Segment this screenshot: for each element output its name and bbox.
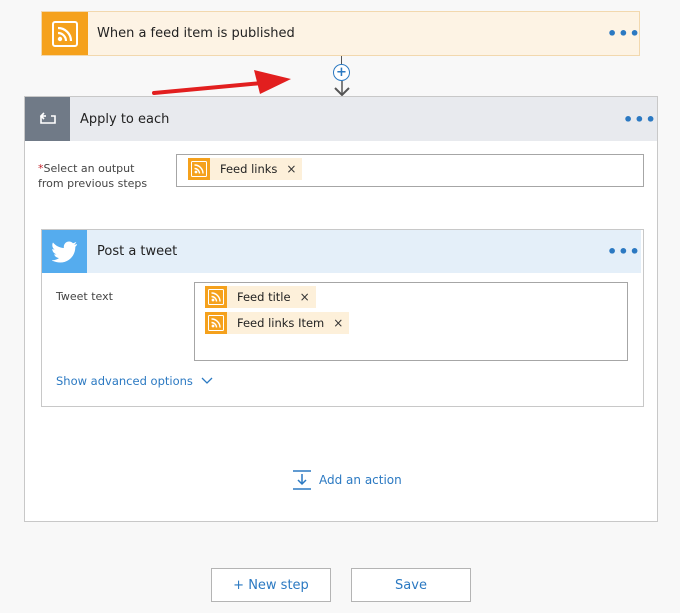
feed-links-token[interactable]: Feed links × <box>188 158 303 180</box>
add-action-icon <box>293 470 311 490</box>
post-tweet-header[interactable]: Post a tweet ••• <box>42 230 641 273</box>
post-tweet-title: Post a tweet <box>97 244 178 259</box>
save-button[interactable]: Save <box>351 568 471 602</box>
rss-icon <box>205 286 227 308</box>
feed-title-token[interactable]: Feed title × <box>205 286 316 308</box>
tweet-more-button[interactable]: ••• <box>607 244 641 260</box>
rss-icon <box>188 158 210 180</box>
tweet-text-label: Tweet text <box>56 290 113 303</box>
rss-icon <box>42 12 88 55</box>
connector-line <box>341 56 342 64</box>
remove-token-button[interactable]: × <box>333 316 343 330</box>
apply-to-each-card: Apply to each ••• *Select an output from… <box>24 96 658 522</box>
select-output-input[interactable]: Feed links × <box>176 154 644 187</box>
tweet-text-input[interactable]: Feed title × Feed links Item × <box>194 282 628 361</box>
apply-more-button[interactable]: ••• <box>623 112 657 128</box>
twitter-bird-icon <box>42 230 87 273</box>
post-tweet-card: Post a tweet ••• Tweet text Feed title ×… <box>41 229 644 407</box>
remove-token-button[interactable]: × <box>300 290 310 304</box>
trigger-more-button[interactable]: ••• <box>607 26 641 42</box>
trigger-card[interactable]: When a feed item is published ••• <box>41 11 640 56</box>
annotation-arrow <box>152 70 291 95</box>
add-an-action-button[interactable]: Add an action <box>291 469 402 491</box>
loop-icon <box>25 97 70 141</box>
chevron-down-icon <box>201 377 213 384</box>
show-advanced-options-link[interactable]: Show advanced options <box>56 374 213 388</box>
feed-links-item-token[interactable]: Feed links Item × <box>205 312 350 334</box>
apply-to-each-title: Apply to each <box>80 112 170 127</box>
apply-to-each-header[interactable]: Apply to each ••• <box>25 97 657 141</box>
rss-icon <box>205 312 227 334</box>
select-output-label: *Select an output from previous steps <box>38 162 148 190</box>
trigger-title: When a feed item is published <box>97 26 295 41</box>
remove-token-button[interactable]: × <box>286 162 296 176</box>
insert-step-button[interactable]: + <box>333 64 350 81</box>
new-step-button[interactable]: + New step <box>211 568 331 602</box>
